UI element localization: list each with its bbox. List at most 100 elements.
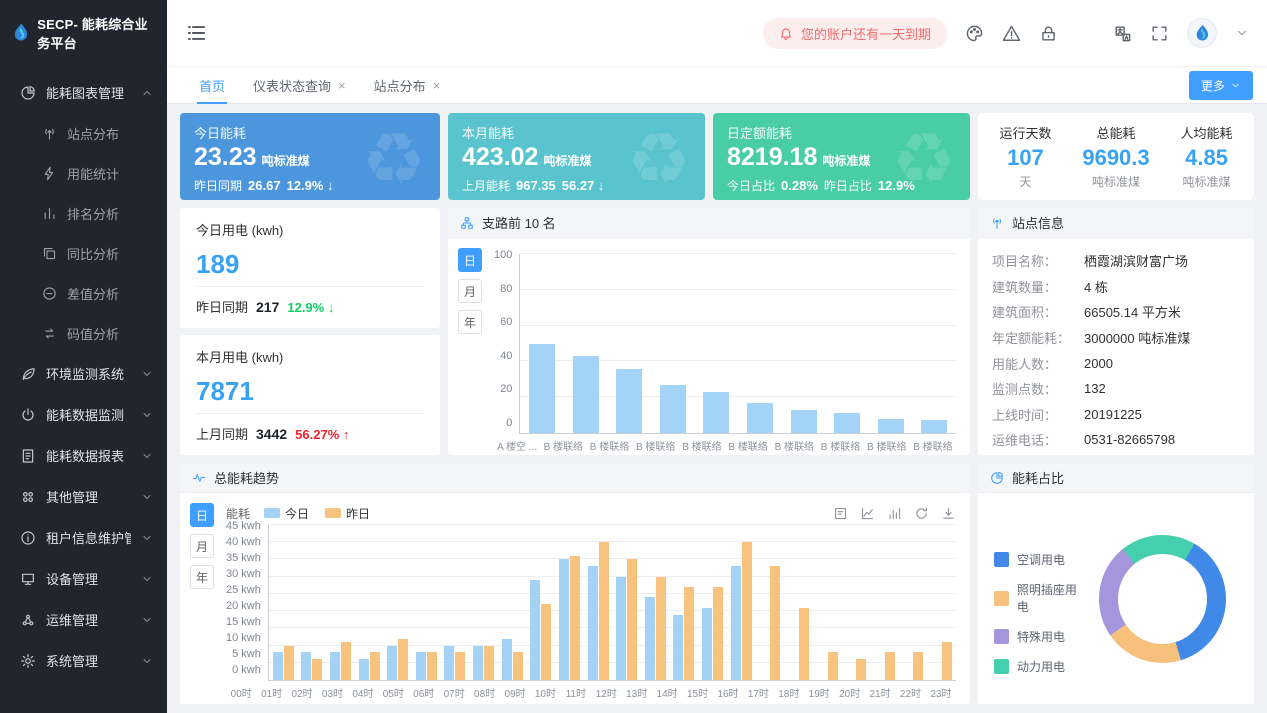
donut-legend-item-动力用电[interactable]: 动力用电 [994,658,1089,675]
trend-bar-今日[interactable] [330,652,340,680]
sidebar-item-device[interactable]: 设备管理 [0,558,167,599]
sidebar-item-info[interactable]: 租户信息维护管理 [0,517,167,558]
trend-bar-昨日[interactable] [742,542,752,680]
sidebar-item-report[interactable]: 能耗数据报表 [0,435,167,476]
sidebar-item-grid[interactable]: 其他管理 [0,476,167,517]
trend-bar-今日[interactable] [616,577,626,680]
linechart-icon[interactable] [860,506,875,521]
legend-item-昨日[interactable]: 昨日 [325,505,370,522]
top10-bar[interactable] [529,344,555,434]
donut-legend-item-照明插座用电[interactable]: 照明插座用电 [994,581,1089,615]
sidebar-subitem-bars[interactable]: 排名分析 [0,193,167,233]
trend-bar-今日[interactable] [301,652,311,680]
trend-bar-昨日[interactable] [913,652,923,680]
top10-bar[interactable] [747,403,773,433]
trend-bar-昨日[interactable] [513,652,523,680]
top10-bar[interactable] [878,419,904,433]
donut-legend-item-特殊用电[interactable]: 特殊用电 [994,628,1089,645]
trend-bar-今日[interactable] [473,646,483,680]
trend-bar-今日[interactable] [416,652,426,680]
trend-bar-今日[interactable] [588,566,598,680]
fullscreen-icon[interactable] [1150,24,1169,43]
trend-bar-昨日[interactable] [398,639,408,680]
legend-item-今日[interactable]: 今日 [264,505,309,522]
trend-bar-昨日[interactable] [770,566,780,680]
account-expiry-notice[interactable]: 您的账户还有一天到期 [763,18,947,49]
trend-bar-今日[interactable] [731,566,741,680]
skin-icon[interactable] [1076,24,1095,43]
sidebar-subitem-antenna[interactable]: 站点分布 [0,113,167,153]
top10-bar[interactable] [616,369,642,433]
tab-close-icon[interactable]: × [338,79,346,92]
download-icon[interactable] [941,506,956,521]
trend-bar-昨日[interactable] [284,646,294,680]
trend-bar-昨日[interactable] [570,556,580,680]
trend-bar-昨日[interactable] [799,608,809,680]
trend-bar-昨日[interactable] [942,642,952,680]
toggle-年[interactable]: 年 [458,310,482,334]
toggle-月[interactable]: 月 [190,534,214,558]
warning-icon[interactable] [1002,24,1021,43]
trend-bar-昨日[interactable] [484,646,494,680]
trend-bar-昨日[interactable] [370,652,380,680]
tab-0[interactable]: 首页 [185,66,239,104]
menu-fold-icon[interactable] [185,22,207,44]
trend-bar-昨日[interactable] [856,659,866,680]
trend-bar-昨日[interactable] [656,577,666,680]
top10-bar[interactable] [921,420,947,433]
top10-bar[interactable] [573,356,599,433]
trend-bar-今日[interactable] [273,652,283,680]
more-button[interactable]: 更多 [1189,71,1253,100]
top10-bar[interactable] [660,385,686,433]
toggle-月[interactable]: 月 [458,279,482,303]
top10-bar[interactable] [791,410,817,433]
trend-bar-昨日[interactable] [828,652,838,680]
sidebar-item-nodes[interactable]: 运维管理 [0,599,167,640]
sidebar-item-gear[interactable]: 系统管理 [0,640,167,681]
barchart-icon[interactable] [887,506,902,521]
trend-bar-今日[interactable] [444,646,454,680]
trend-bar-昨日[interactable] [684,587,694,680]
tab-2[interactable]: 站点分布× [360,66,455,104]
trend-bar-昨日[interactable] [312,659,322,680]
trend-bar-今日[interactable] [387,646,397,680]
sidebar-subitem-bolt[interactable]: 用能统计 [0,153,167,193]
tab-close-icon[interactable]: × [433,79,441,92]
lock-icon[interactable] [1039,24,1058,43]
site-info-value: 132 [1084,381,1106,396]
trend-bar-今日[interactable] [530,580,540,680]
trend-bar-今日[interactable] [559,559,569,680]
donut-legend-item-空调用电[interactable]: 空调用电 [994,551,1089,568]
trend-bar-昨日[interactable] [427,652,437,680]
trend-bar-今日[interactable] [502,639,512,680]
sidebar-subitem-minus-circle[interactable]: 差值分析 [0,273,167,313]
user-menu-chevron-icon[interactable] [1235,26,1249,40]
toggle-年[interactable]: 年 [190,565,214,589]
trend-bar-昨日[interactable] [341,642,351,680]
dataview-icon[interactable] [833,506,848,521]
palette-icon[interactable] [965,24,984,43]
top10-bar[interactable] [703,392,729,433]
trend-bar-今日[interactable] [702,608,712,680]
translate-icon[interactable] [1113,24,1132,43]
trend-bar-今日[interactable] [359,659,369,680]
trend-bar-昨日[interactable] [627,559,637,680]
refresh-icon[interactable] [914,506,929,521]
sidebar-item-leaf[interactable]: 环境监测系统 [0,353,167,394]
avatar[interactable] [1187,18,1217,48]
trend-bar-今日[interactable] [645,597,655,680]
sidebar-subitem-copy[interactable]: 同比分析 [0,233,167,273]
toggle-日[interactable]: 日 [190,503,214,527]
trend-bar-昨日[interactable] [713,587,723,680]
sidebar-item-power[interactable]: 能耗数据监测 [0,394,167,435]
sidebar-subitem-swap[interactable]: 码值分析 [0,313,167,353]
trend-bar-今日[interactable] [673,615,683,680]
trend-bar-昨日[interactable] [885,652,895,680]
top10-bar[interactable] [834,413,860,433]
trend-bar-昨日[interactable] [599,542,609,680]
tab-1[interactable]: 仪表状态查询× [239,66,360,104]
sidebar-item-pie[interactable]: 能耗图表管理 [0,72,167,113]
trend-bar-昨日[interactable] [455,652,465,680]
trend-bar-昨日[interactable] [541,604,551,680]
toggle-日[interactable]: 日 [458,248,482,272]
